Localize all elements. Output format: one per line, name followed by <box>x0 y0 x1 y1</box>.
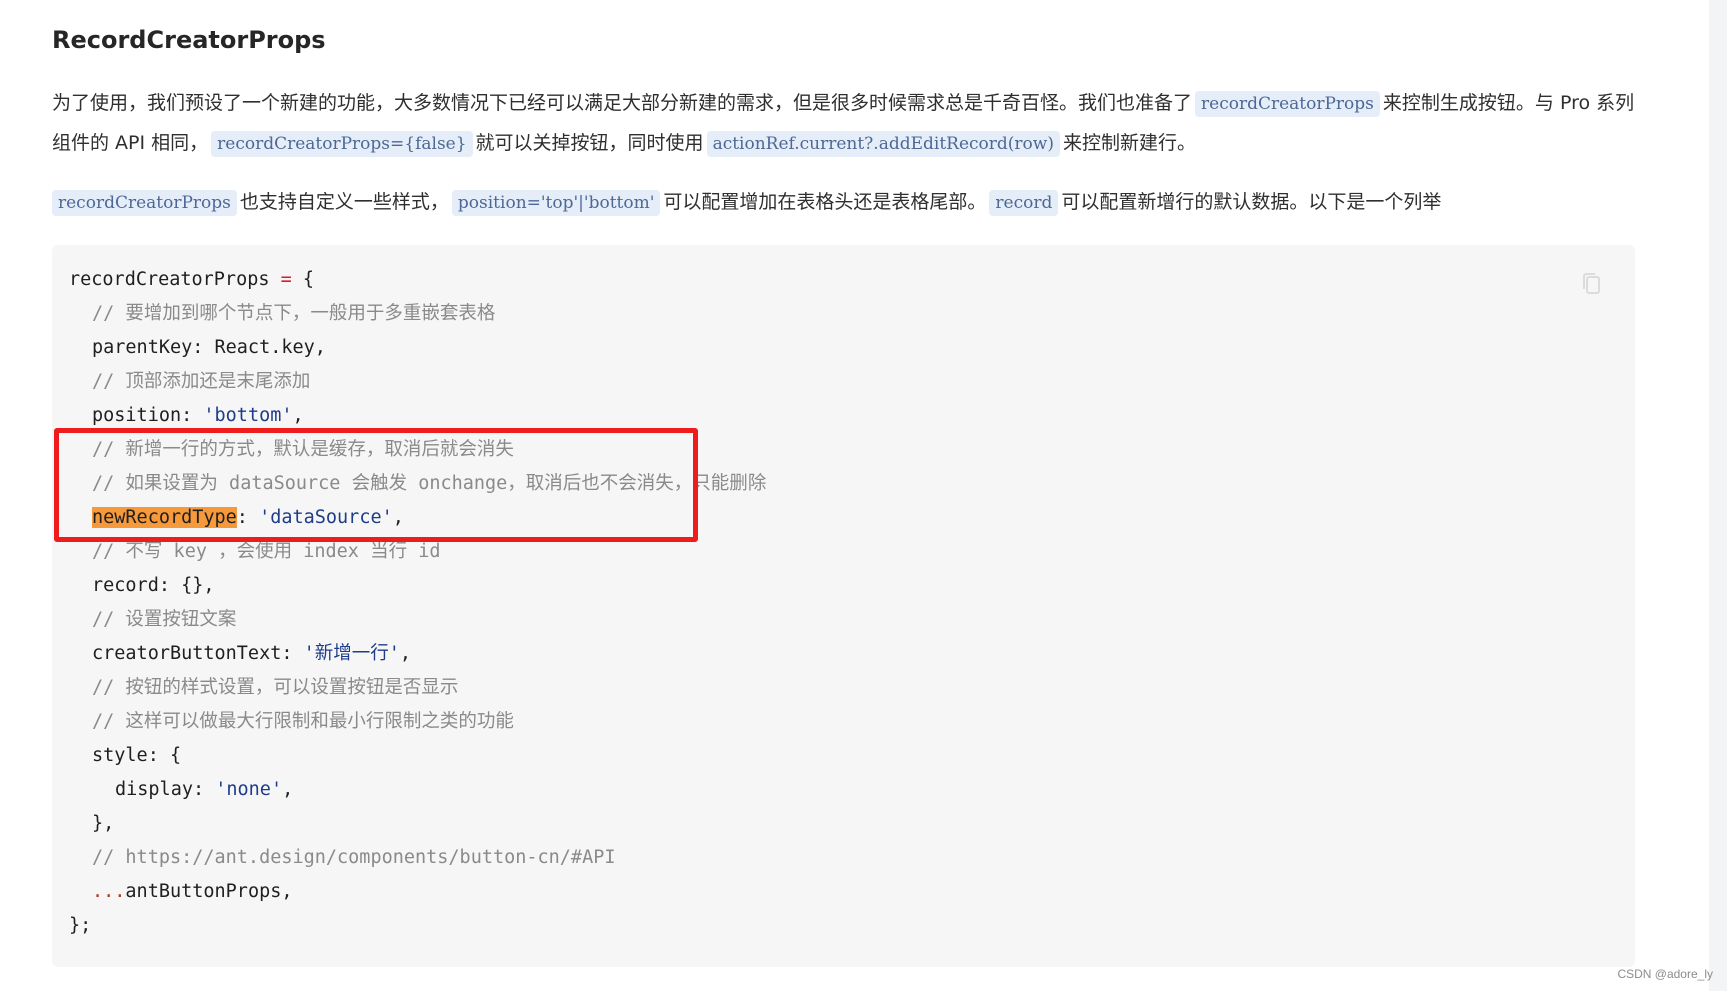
code-line: // 这样可以做最大行限制和最小行限制之类的功能 <box>69 705 766 739</box>
code-text: , <box>399 643 412 664</box>
code-string: 'none' <box>215 779 283 800</box>
code-text: , <box>282 779 294 800</box>
code-text: recordCreatorProps <box>69 269 281 290</box>
code-line: newRecordType: 'dataSource', <box>69 501 766 535</box>
code-line: }, <box>69 807 766 841</box>
code-comment: // 顶部添加还是末尾添加 <box>92 371 311 392</box>
code-line: creatorButtonText: '新增一行', <box>69 637 766 671</box>
code-spread-operator: ... <box>92 881 126 902</box>
code-block[interactable]: recordCreatorProps = { // 要增加到哪个节点下，一般用于… <box>52 245 1635 967</box>
watermark: CSDN @adore_ly <box>1617 967 1713 981</box>
inline-code: record <box>989 190 1059 216</box>
paragraph-text: 来控制新建行。 <box>1062 132 1196 154</box>
code-text: { <box>291 269 315 290</box>
code-line: // 要增加到哪个节点下，一般用于多重嵌套表格 <box>69 297 766 331</box>
code-string: '新增一行' <box>303 643 400 664</box>
code-line: // 顶部添加还是末尾添加 <box>69 365 766 399</box>
code-lines: recordCreatorProps = { // 要增加到哪个节点下，一般用于… <box>69 263 766 943</box>
code-text: record: {}, <box>92 575 215 596</box>
inline-code: recordCreatorProps <box>1195 91 1380 117</box>
scrollbar-track[interactable] <box>1709 0 1727 991</box>
style-paragraph: recordCreatorProps 也支持自定义一些样式， position='t… <box>52 183 1652 223</box>
code-string: 'dataSource' <box>259 507 393 528</box>
code-text: creatorButtonText: <box>92 643 304 664</box>
code-string: 'bottom' <box>203 405 293 426</box>
code-text: position: <box>92 405 204 426</box>
code-text: }; <box>69 915 92 936</box>
code-line: display: 'none', <box>69 773 766 807</box>
code-text: : <box>236 507 260 528</box>
copy-icon-glyph <box>1583 273 1600 294</box>
page-title: RecordCreatorProps <box>52 26 326 54</box>
code-line: position: 'bottom', <box>69 399 766 433</box>
code-operator: = <box>280 269 292 290</box>
code-line: // 如果设置为 dataSource 会触发 onchange，取消后也不会消… <box>69 467 766 501</box>
code-text: display: <box>115 779 216 800</box>
code-text: }, <box>92 813 115 834</box>
code-line: // 按钮的样式设置，可以设置按钮是否显示 <box>69 671 766 705</box>
code-comment: // 要增加到哪个节点下，一般用于多重嵌套表格 <box>92 303 496 324</box>
code-line: // 不写 key ，会使用 index 当行 id <box>69 535 766 569</box>
code-line: ...antButtonProps, <box>69 875 766 909</box>
code-comment: // 新增一行的方式，默认是缓存，取消后就会消失 <box>92 439 514 460</box>
code-text: , <box>392 507 404 528</box>
intro-paragraph: 为了使用，我们预设了一个新建的功能，大多数情况下已经可以满足大部分新建的需求，但… <box>52 84 1652 164</box>
copy-icon[interactable] <box>1571 263 1613 305</box>
code-line: record: {}, <box>69 569 766 603</box>
code-line: style: { <box>69 739 766 773</box>
code-comment: // 设置按钮文案 <box>92 609 237 630</box>
code-comment: // 按钮的样式设置，可以设置按钮是否显示 <box>92 677 459 698</box>
code-comment: // 这样可以做最大行限制和最小行限制之类的功能 <box>92 711 514 732</box>
paragraph-text: 也支持自定义一些样式， <box>239 191 449 213</box>
inline-code: actionRef.current?.addEditRecord(row) <box>706 131 1060 157</box>
code-comment: // 不写 key ，会使用 index 当行 id <box>92 541 441 562</box>
paragraph-text: 可以配置新增行的默认数据。以下是一个列举 <box>1061 191 1442 213</box>
inline-code: recordCreatorProps <box>52 190 237 216</box>
code-comment: // 如果设置为 dataSource 会触发 onchange，取消后也不会消… <box>92 473 767 494</box>
code-line: recordCreatorProps = { <box>69 263 766 297</box>
highlighted-keyword: newRecordType <box>92 507 237 528</box>
code-text: antButtonProps, <box>125 881 293 902</box>
inline-code: position='top'|'bottom' <box>451 190 661 216</box>
inline-code: recordCreatorProps={false} <box>211 131 473 157</box>
code-text: parentKey: React.key, <box>92 337 326 358</box>
paragraph-text: 可以配置增加在表格头还是表格尾部。 <box>663 191 987 213</box>
paragraph-text: 为了使用，我们预设了一个新建的功能，大多数情况下已经可以满足大部分新建的需求，但… <box>52 92 1193 114</box>
code-line: // 新增一行的方式，默认是缓存，取消后就会消失 <box>69 433 766 467</box>
code-text: , <box>292 405 304 426</box>
code-comment: // https://ant.design/components/button-… <box>92 847 616 868</box>
code-line: // https://ant.design/components/button-… <box>69 841 766 875</box>
code-line: // 设置按钮文案 <box>69 603 766 637</box>
code-text: style: { <box>92 745 182 766</box>
paragraph-text: 就可以关掉按钮，同时使用 <box>475 132 704 154</box>
code-line: parentKey: React.key, <box>69 331 766 365</box>
code-line: }; <box>69 909 766 943</box>
